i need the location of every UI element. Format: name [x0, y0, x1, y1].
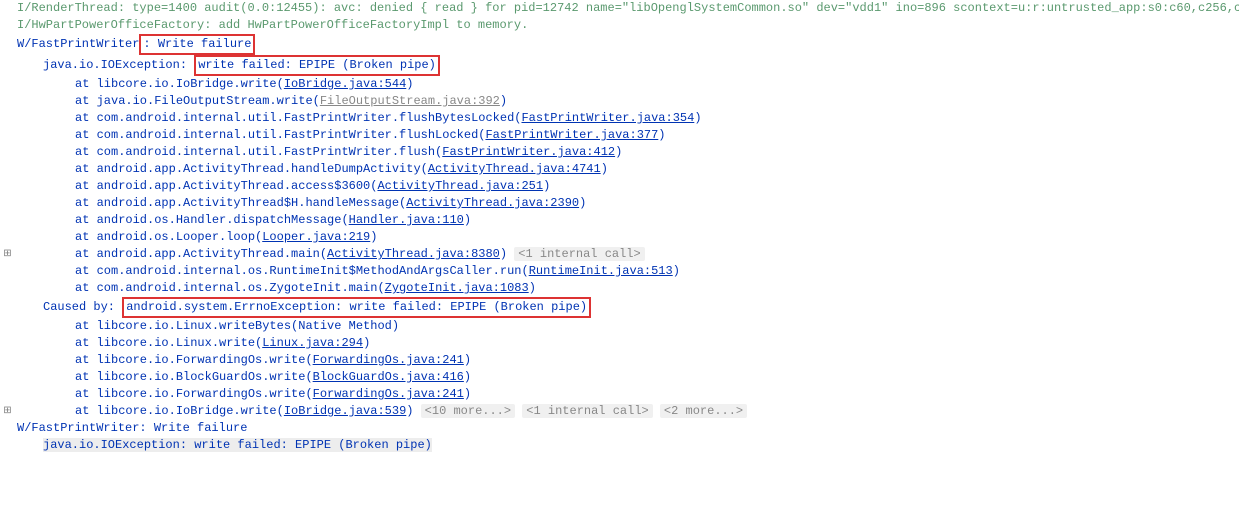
fold-badge[interactable]: <1 internal call> — [522, 404, 652, 418]
fold-badge[interactable]: <2 more...> — [660, 404, 747, 418]
source-link[interactable]: BlockGuardOs.java:416 — [313, 370, 464, 384]
source-link[interactable]: FastPrintWriter.java:377 — [485, 128, 658, 142]
source-link[interactable]: FileOutputStream.java:392 — [320, 94, 500, 108]
log-line: at com.android.internal.util.FastPrintWr… — [0, 144, 1239, 161]
log-line: Caused by: android.system.ErrnoException… — [0, 297, 1239, 318]
log-line: at java.io.FileOutputStream.write(FileOu… — [0, 93, 1239, 110]
log-text: at libcore.io.ForwardingOs.write(Forward… — [15, 352, 1239, 369]
log-text: at android.app.ActivityThread.main(Activ… — [15, 246, 1239, 263]
source-link[interactable]: ActivityThread.java:8380 — [327, 247, 500, 261]
log-text: at libcore.io.IoBridge.write(IoBridge.ja… — [15, 403, 1239, 420]
error-highlight: write failed: EPIPE (Broken pipe) — [194, 55, 440, 76]
source-link[interactable]: Linux.java:294 — [262, 336, 363, 350]
log-text: W/FastPrintWriter: Write failure — [15, 420, 1239, 437]
log-line: at libcore.io.ForwardingOs.write(Forward… — [0, 386, 1239, 403]
log-line: at libcore.io.Linux.write(Linux.java:294… — [0, 335, 1239, 352]
log-text: at com.android.internal.os.ZygoteInit.ma… — [15, 280, 1239, 297]
error-highlight: android.system.ErrnoException: write fai… — [122, 297, 591, 318]
log-text: at android.os.Handler.dispatchMessage(Ha… — [15, 212, 1239, 229]
source-link[interactable]: RuntimeInit.java:513 — [529, 264, 673, 278]
source-link[interactable]: Handler.java:110 — [349, 213, 464, 227]
source-link[interactable]: Looper.java:219 — [262, 230, 370, 244]
source-link[interactable]: ActivityThread.java:4741 — [428, 162, 601, 176]
source-link[interactable]: ActivityThread.java:251 — [377, 179, 543, 193]
log-text: at libcore.io.Linux.writeBytes(Native Me… — [15, 318, 1239, 335]
log-line: at android.app.ActivityThread.access$360… — [0, 178, 1239, 195]
log-line: ⊞at libcore.io.IoBridge.write(IoBridge.j… — [0, 403, 1239, 420]
log-text: at android.app.ActivityThread.handleDump… — [15, 161, 1239, 178]
log-line: at com.android.internal.util.FastPrintWr… — [0, 127, 1239, 144]
log-text: at com.android.internal.util.FastPrintWr… — [15, 144, 1239, 161]
log-line: at android.app.ActivityThread.handleDump… — [0, 161, 1239, 178]
log-line: ⊞at android.app.ActivityThread.main(Acti… — [0, 246, 1239, 263]
log-line: at com.android.internal.util.FastPrintWr… — [0, 110, 1239, 127]
log-line: at com.android.internal.os.ZygoteInit.ma… — [0, 280, 1239, 297]
log-text: at android.app.ActivityThread$H.handleMe… — [15, 195, 1239, 212]
log-line: W/FastPrintWriter: Write failure — [0, 420, 1239, 437]
log-text: I/RenderThread: type=1400 audit(0.0:1245… — [15, 0, 1239, 17]
log-line: at libcore.io.BlockGuardOs.write(BlockGu… — [0, 369, 1239, 386]
log-line: I/HwPartPowerOfficeFactory: add HwPartPo… — [0, 17, 1239, 34]
fold-badge[interactable]: <1 internal call> — [514, 247, 644, 261]
logcat-output: I/RenderThread: type=1400 audit(0.0:1245… — [0, 0, 1239, 454]
log-line: I/RenderThread: type=1400 audit(0.0:1245… — [0, 0, 1239, 17]
log-line: at libcore.io.Linux.writeBytes(Native Me… — [0, 318, 1239, 335]
source-link[interactable]: IoBridge.java:544 — [284, 77, 406, 91]
log-text: at android.os.Looper.loop(Looper.java:21… — [15, 229, 1239, 246]
log-line: at android.app.ActivityThread$H.handleMe… — [0, 195, 1239, 212]
source-link[interactable]: ForwardingOs.java:241 — [313, 387, 464, 401]
log-line: at com.android.internal.os.RuntimeInit$M… — [0, 263, 1239, 280]
log-text: at libcore.io.ForwardingOs.write(Forward… — [15, 386, 1239, 403]
source-link[interactable]: FastPrintWriter.java:354 — [521, 111, 694, 125]
source-link[interactable]: ZygoteInit.java:1083 — [385, 281, 529, 295]
log-text: W/FastPrintWriter: Write failure — [15, 34, 1239, 55]
error-highlight: : Write failure — [139, 34, 255, 55]
log-line: at android.os.Handler.dispatchMessage(Ha… — [0, 212, 1239, 229]
log-text: java.io.IOException: write failed: EPIPE… — [15, 55, 1239, 76]
log-text: at libcore.io.Linux.write(Linux.java:294… — [15, 335, 1239, 352]
source-link[interactable]: ForwardingOs.java:241 — [313, 353, 464, 367]
log-text: at com.android.internal.util.FastPrintWr… — [15, 127, 1239, 144]
log-line: at libcore.io.IoBridge.write(IoBridge.ja… — [0, 76, 1239, 93]
log-line: java.io.IOException: write failed: EPIPE… — [0, 437, 1239, 454]
log-text: at android.app.ActivityThread.access$360… — [15, 178, 1239, 195]
log-text: at com.android.internal.util.FastPrintWr… — [15, 110, 1239, 127]
log-text: at libcore.io.BlockGuardOs.write(BlockGu… — [15, 369, 1239, 386]
expand-icon[interactable]: ⊞ — [0, 403, 15, 420]
log-line: W/FastPrintWriter: Write failure — [0, 34, 1239, 55]
log-text: at libcore.io.IoBridge.write(IoBridge.ja… — [15, 76, 1239, 93]
source-link[interactable]: IoBridge.java:539 — [284, 404, 406, 418]
expand-icon[interactable]: ⊞ — [0, 246, 15, 263]
source-link[interactable]: FastPrintWriter.java:412 — [442, 145, 615, 159]
log-text: I/HwPartPowerOfficeFactory: add HwPartPo… — [15, 17, 1239, 34]
log-text: java.io.IOException: write failed: EPIPE… — [15, 437, 1239, 454]
log-line: java.io.IOException: write failed: EPIPE… — [0, 55, 1239, 76]
log-text: Caused by: android.system.ErrnoException… — [15, 297, 1239, 318]
log-text: at com.android.internal.os.RuntimeInit$M… — [15, 263, 1239, 280]
source-link[interactable]: ActivityThread.java:2390 — [406, 196, 579, 210]
log-text: at java.io.FileOutputStream.write(FileOu… — [15, 93, 1239, 110]
fold-badge[interactable]: <10 more...> — [421, 404, 515, 418]
log-line: at android.os.Looper.loop(Looper.java:21… — [0, 229, 1239, 246]
log-line: at libcore.io.ForwardingOs.write(Forward… — [0, 352, 1239, 369]
